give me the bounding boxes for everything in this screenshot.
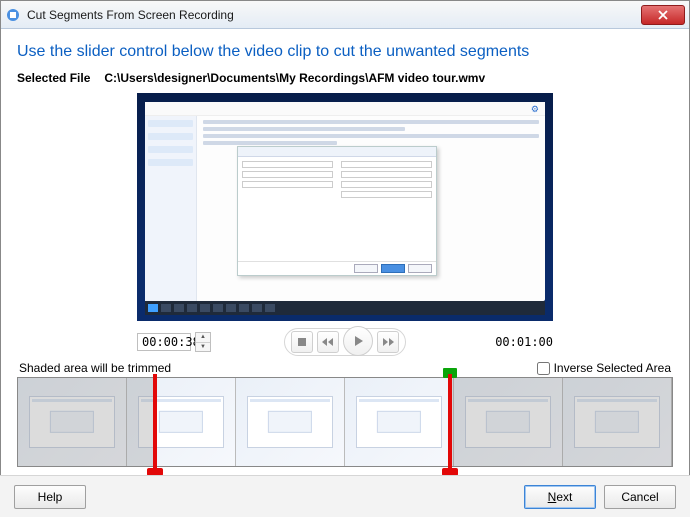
next-button[interactable]: Next xyxy=(524,485,596,509)
titlebar: Cut Segments From Screen Recording xyxy=(1,1,689,29)
selected-file-label: Selected File xyxy=(17,71,90,85)
play-button[interactable] xyxy=(343,326,373,356)
timeline-thumb xyxy=(345,378,454,466)
trim-marker-start[interactable] xyxy=(152,374,158,476)
playback-row: 00:00:38 ▲ ▼ 00:01: xyxy=(137,329,553,355)
timeline-thumb xyxy=(236,378,345,466)
inverse-checkbox-label: Inverse Selected Area xyxy=(554,361,671,375)
stop-icon xyxy=(297,337,307,347)
timeline-thumb xyxy=(563,378,672,466)
timeline[interactable] xyxy=(17,377,673,467)
help-button[interactable]: Help xyxy=(14,485,86,509)
forward-button[interactable] xyxy=(377,331,399,353)
rewind-button[interactable] xyxy=(317,331,339,353)
content-area: Use the slider control below the video c… xyxy=(1,29,689,467)
current-time-field[interactable]: 00:00:38 xyxy=(137,333,191,351)
window-title: Cut Segments From Screen Recording xyxy=(27,8,641,22)
play-icon xyxy=(351,334,365,348)
spinner-down-icon[interactable]: ▼ xyxy=(196,343,210,352)
inverse-checkbox[interactable] xyxy=(537,362,550,375)
inverse-checkbox-row[interactable]: Inverse Selected Area xyxy=(537,361,671,375)
app-icon xyxy=(5,7,21,23)
time-spinner[interactable]: ▲ ▼ xyxy=(195,332,211,352)
selected-file-row: Selected File C:\Users\designer\Document… xyxy=(17,71,673,85)
stop-button[interactable] xyxy=(291,331,313,353)
video-preview[interactable]: ⚙ xyxy=(137,93,553,321)
page-heading: Use the slider control below the video c… xyxy=(17,43,673,61)
gear-icon: ⚙ xyxy=(531,104,539,115)
timeline-thumb xyxy=(127,378,236,466)
close-icon xyxy=(658,10,668,20)
total-time: 00:01:00 xyxy=(495,335,553,349)
timeline-thumb xyxy=(18,378,127,466)
close-button[interactable] xyxy=(641,5,685,25)
trim-marker-end[interactable] xyxy=(447,374,453,476)
selected-file-path: C:\Users\designer\Documents\My Recording… xyxy=(104,71,485,85)
cancel-button[interactable]: Cancel xyxy=(604,485,676,509)
forward-icon xyxy=(382,337,394,347)
rewind-icon xyxy=(322,337,334,347)
dialog-footer: Help Next Cancel xyxy=(0,475,690,517)
trim-info-label: Shaded area will be trimmed xyxy=(19,361,171,375)
playback-controls xyxy=(284,328,406,356)
timeline-thumb xyxy=(454,378,563,466)
spinner-up-icon[interactable]: ▲ xyxy=(196,333,210,343)
